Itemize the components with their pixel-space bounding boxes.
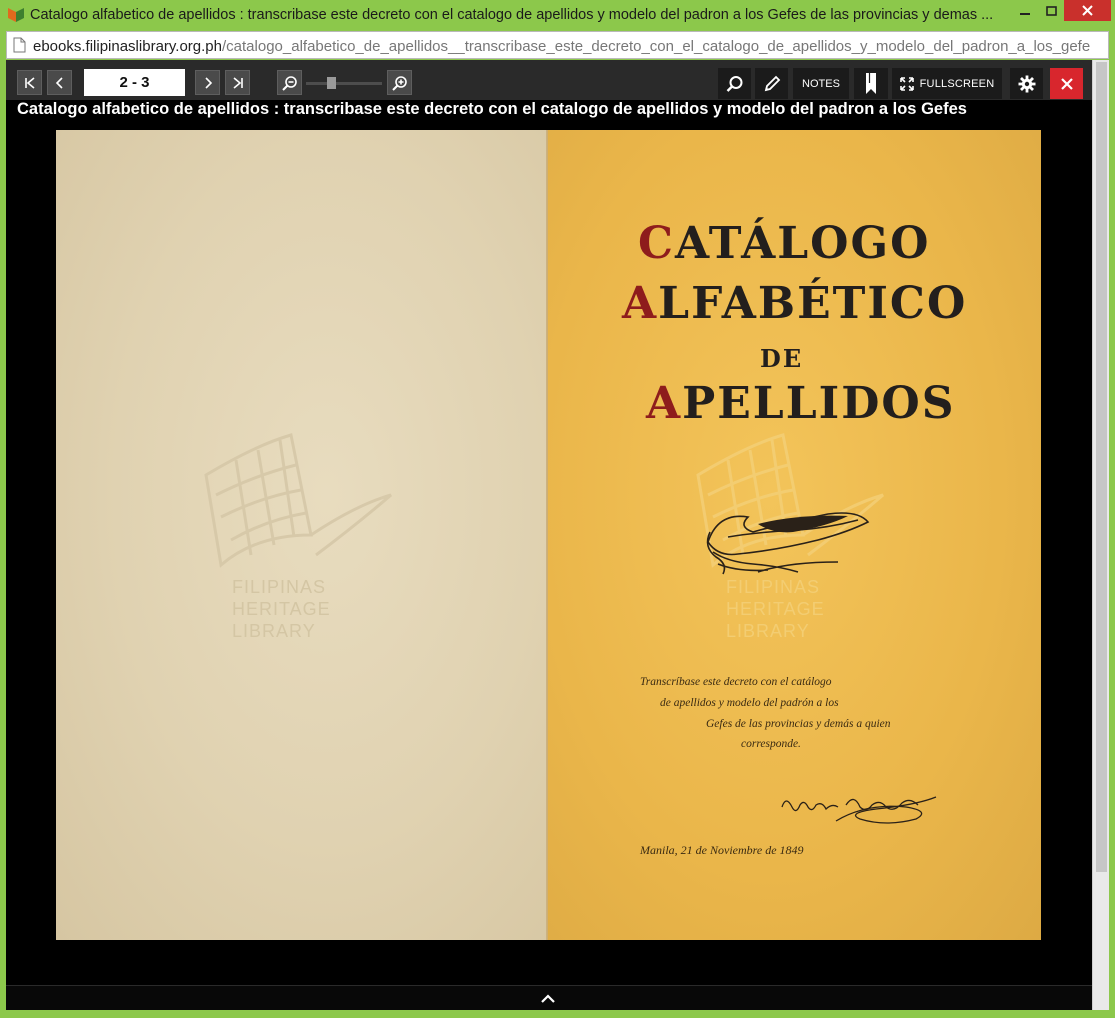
title-rest: LFABÉTICO: [658, 278, 968, 329]
first-page-button[interactable]: [17, 70, 42, 95]
last-page-icon: [232, 76, 243, 89]
minimize-button[interactable]: [1012, 0, 1038, 21]
page-number-input[interactable]: 2 - 3: [84, 69, 185, 96]
bookmark-icon: [866, 72, 876, 94]
fullscreen-button[interactable]: FULLSCREEN: [892, 68, 1002, 99]
last-page-button[interactable]: [225, 70, 250, 95]
zoom-out-button[interactable]: [277, 70, 302, 95]
scrollbar-thumb[interactable]: [1096, 62, 1107, 872]
zoom-in-button[interactable]: [387, 70, 412, 95]
browser-window: Catalogo alfabetico de apellidos : trans…: [0, 0, 1115, 1018]
close-icon: [1082, 5, 1093, 16]
title-rest: ATÁLOGO: [675, 218, 931, 269]
zoom-slider-handle[interactable]: [327, 77, 336, 89]
title-initial: A: [622, 278, 659, 329]
title-line-2: ALFABÉTICO: [622, 278, 967, 329]
watermark-line: LIBRARY: [232, 621, 316, 641]
url-text[interactable]: ebooks.filipinaslibrary.org.ph/catalogo_…: [33, 38, 1103, 55]
previous-page-button[interactable]: [47, 70, 72, 95]
title-rest: DE: [760, 344, 804, 373]
search-icon: [726, 75, 742, 92]
minimize-icon: [1020, 12, 1030, 15]
title-rest: PELLIDOS: [682, 378, 956, 429]
page-icon: [13, 37, 26, 53]
quill-ornament-icon: [706, 512, 870, 575]
notes-button[interactable]: NOTES: [793, 68, 849, 99]
gear-icon: [1018, 75, 1035, 92]
close-icon: [1060, 77, 1073, 90]
window-close-button[interactable]: [1064, 0, 1111, 21]
chevron-left-icon: [55, 76, 63, 89]
zoom-in-icon: [391, 75, 407, 91]
watermark-line: LIBRARY: [726, 621, 810, 641]
decree-line: de apellidos y modelo del padrón a los: [660, 697, 839, 709]
decree-line: corresponde.: [741, 738, 801, 750]
bookmark-button[interactable]: [854, 68, 888, 99]
url-path: /catalogo_alfabetico_de_apellidos__trans…: [222, 38, 1091, 55]
library-watermark-logo: [204, 433, 392, 568]
chevron-right-icon: [204, 76, 212, 89]
annotate-button[interactable]: [755, 68, 788, 99]
first-page-icon: [24, 76, 35, 89]
zoom-slider[interactable]: [306, 82, 382, 85]
settings-button[interactable]: [1010, 68, 1043, 99]
viewer-close-button[interactable]: [1050, 68, 1083, 99]
watermark-line: HERITAGE: [232, 599, 331, 619]
book-page-left[interactable]: FILIPINAS HERITAGE LIBRARY: [56, 130, 548, 940]
title-bar: Catalogo alfabetico de apellidos : trans…: [0, 0, 1115, 30]
title-line-4: APELLIDOS: [646, 378, 955, 429]
date-line: Manila, 21 de Noviembre de 1849: [640, 843, 804, 857]
viewer-toolbar: 2 - 3 NOTES FULLSCREEN: [6, 60, 1092, 100]
watermark-line: FILIPINAS: [232, 577, 327, 597]
decree-line: Transcríbase este decreto con el catálog…: [640, 676, 832, 688]
viewer-footer-bar: [6, 985, 1092, 1010]
title-initial: A: [646, 378, 683, 429]
next-page-button[interactable]: [195, 70, 220, 95]
book-page-right[interactable]: CATÁLOGO ALFABÉTICO DE APELLIDOS FILIPIN…: [548, 130, 1041, 940]
decree-line: Gefes de las provincias y demás a quien: [706, 718, 891, 730]
book-viewer: 2 - 3 NOTES FULLSCREEN Catalogo alfabeti…: [6, 60, 1092, 1010]
watermark-text: FILIPINAS HERITAGE LIBRARY: [726, 576, 825, 642]
vertical-scrollbar[interactable]: [1092, 60, 1109, 1010]
watermark-text: FILIPINAS HERITAGE LIBRARY: [232, 576, 331, 642]
fullscreen-label: FULLSCREEN: [919, 77, 995, 90]
pencil-icon: [764, 75, 780, 91]
app-icon: [8, 8, 24, 22]
watermark-line: HERITAGE: [726, 599, 825, 619]
signature: [781, 796, 937, 824]
fullscreen-icon: [899, 76, 914, 91]
title-line-1: CATÁLOGO: [638, 218, 930, 269]
book-title: Catalogo alfabetico de apellidos : trans…: [17, 100, 967, 118]
maximize-button[interactable]: [1038, 0, 1064, 21]
title-line-3: DE: [760, 344, 803, 373]
notes-label: NOTES: [802, 77, 840, 90]
zoom-out-icon: [281, 75, 297, 91]
window-title: Catalogo alfabetico de apellidos : trans…: [30, 7, 994, 23]
chevron-up-icon[interactable]: [538, 992, 558, 1006]
title-initial: C: [638, 218, 676, 269]
watermark-line: FILIPINAS: [726, 577, 821, 597]
address-bar[interactable]: ebooks.filipinaslibrary.org.ph/catalogo_…: [6, 31, 1109, 59]
url-host: ebooks.filipinaslibrary.org.ph: [33, 38, 222, 55]
maximize-icon: [1045, 5, 1057, 16]
search-button[interactable]: [718, 68, 751, 99]
